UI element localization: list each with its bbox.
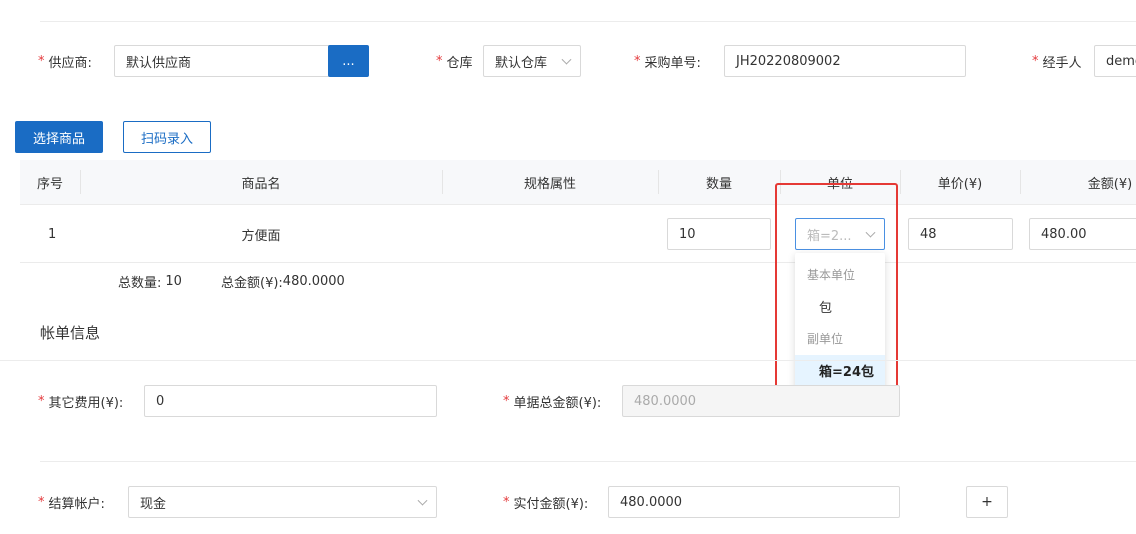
row-index: 1 [48, 226, 57, 242]
row-qty-input[interactable]: 10 [667, 218, 771, 250]
total-amount: 总金额(¥): 480.0000 [221, 273, 345, 291]
chevron-down-icon [417, 495, 428, 506]
total-amount-input[interactable]: 480.0000 [622, 385, 900, 417]
header-qty: 数量 [705, 176, 732, 192]
supplier-input[interactable]: 默认供应商 [114, 45, 330, 77]
row-name: 方便面 [241, 228, 281, 244]
header-price: 单价(¥) [937, 176, 983, 192]
supplier-picker-button[interactable]: ... [328, 45, 369, 77]
scan-entry-button[interactable]: 扫码录入 [123, 121, 211, 153]
account-select[interactable]: 现金 [128, 486, 437, 518]
other-fee-input[interactable]: 0 [144, 385, 437, 417]
header-name: 商品名 [241, 176, 281, 192]
required-mark: * [503, 393, 510, 409]
add-account-button[interactable]: + [966, 486, 1008, 518]
required-mark: * [38, 53, 45, 69]
other-fee-label: * 其它费用(¥): [38, 393, 124, 411]
section-divider [0, 360, 1136, 361]
top-divider [40, 21, 1136, 22]
required-mark: * [38, 393, 45, 409]
required-mark: * [38, 494, 45, 510]
highlight-box [775, 183, 898, 400]
paid-amount-input[interactable]: 480.0000 [608, 486, 900, 518]
header-spec: 规格属性 [523, 176, 576, 192]
order-no-input[interactable]: JH20220809002 [724, 45, 966, 77]
required-mark: * [634, 53, 641, 69]
handler-label: * 经手人 [1032, 53, 1082, 71]
paid-amount-label: * 实付金额(¥): [503, 494, 589, 512]
total-amount-label: * 单据总金额(¥): [503, 393, 602, 411]
row-divider [40, 461, 1136, 462]
header-index: 序号 [36, 176, 63, 192]
handler-select[interactable]: demo [1094, 45, 1136, 77]
required-mark: * [436, 53, 443, 69]
supplier-label: * 供应商: [38, 53, 92, 71]
total-qty: 总数量: 10 [118, 273, 182, 291]
header-amount: 金额(¥) [1087, 176, 1133, 192]
required-mark: * [503, 494, 510, 510]
required-mark: * [1032, 53, 1039, 69]
account-label: * 结算帐户: [38, 494, 105, 512]
warehouse-select[interactable]: 默认仓库 [483, 45, 581, 77]
billing-section-title: 帐单信息 [40, 324, 101, 342]
row-price-input[interactable]: 48 [908, 218, 1013, 250]
row-amount-input[interactable]: 480.00 [1029, 218, 1136, 250]
row-spec [442, 205, 658, 263]
chevron-down-icon [561, 54, 572, 65]
select-goods-button[interactable]: 选择商品 [15, 121, 103, 153]
order-no-label: * 采购单号: [634, 53, 701, 71]
warehouse-label: * 仓库 [436, 53, 473, 71]
